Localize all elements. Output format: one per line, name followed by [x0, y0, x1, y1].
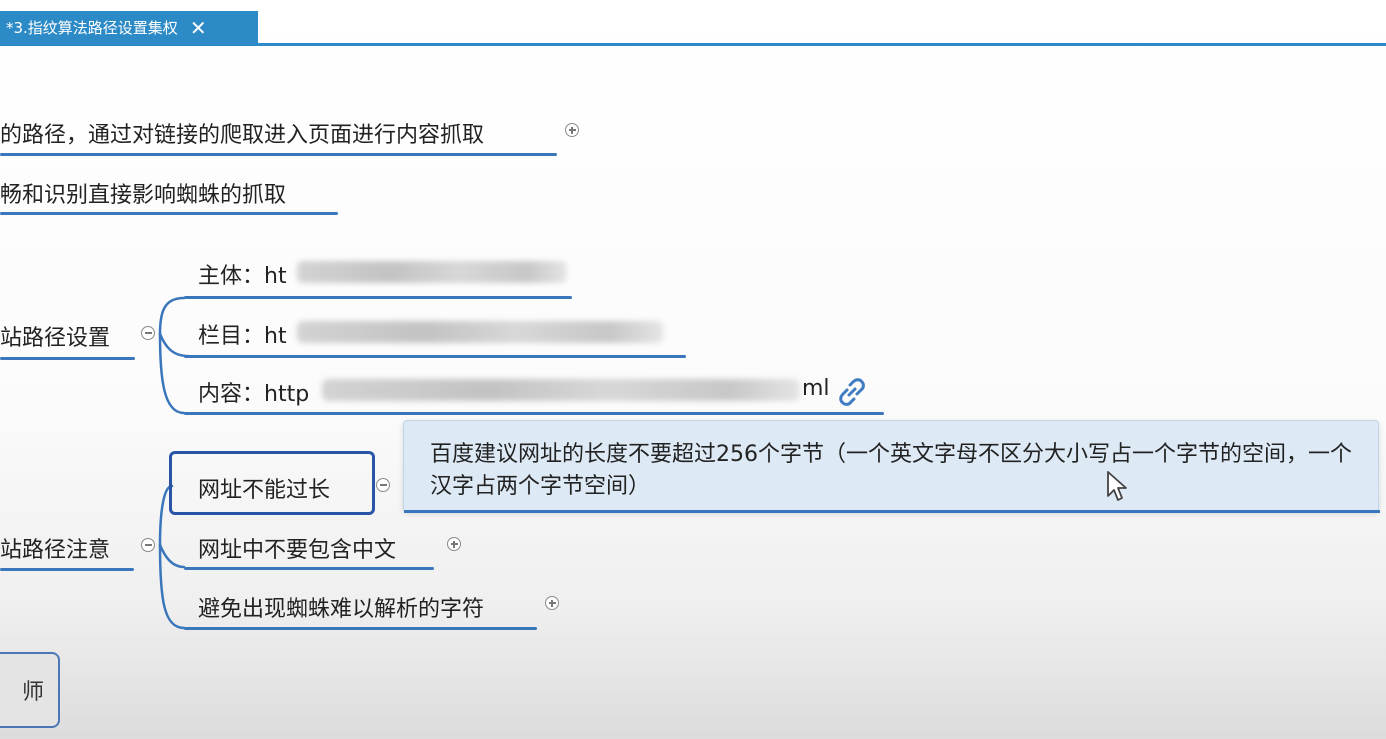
- note-callout[interactable]: 百度建议网址的长度不要超过256个字节（一个英文字母不区分大小写占一个字节的空间…: [403, 420, 1380, 513]
- callout-underline: [404, 510, 1380, 513]
- node-underline: [184, 567, 434, 570]
- connector-path-notes-low: [158, 543, 186, 630]
- collapse-icon[interactable]: [141, 326, 155, 340]
- blurred-url: [297, 321, 663, 343]
- collapse-icon[interactable]: [376, 478, 390, 492]
- expand-icon[interactable]: [447, 537, 461, 551]
- connector-path-notes-mid: [158, 543, 186, 569]
- expand-icon[interactable]: [565, 123, 579, 137]
- teacher-node[interactable]: 师: [0, 652, 60, 728]
- node-underline: [0, 357, 135, 360]
- node-crawl-path[interactable]: 的路径，通过对链接的爬取进入页面进行内容抓取: [0, 117, 484, 149]
- node-underline: [184, 412, 884, 415]
- node-no-chinese-in-url[interactable]: 网址中不要包含中文: [198, 532, 396, 564]
- node-smooth-recognition[interactable]: 畅和识别直接影响蜘蛛的抓取: [0, 177, 286, 209]
- node-avoid-special-chars[interactable]: 避免出现蜘蛛难以解析的字符: [198, 591, 484, 623]
- node-url-not-too-long[interactable]: 网址不能过长: [198, 472, 330, 504]
- blurred-url: [297, 261, 567, 283]
- blurred-url: [322, 379, 800, 401]
- node-path-notes[interactable]: 站路径注意: [0, 532, 110, 564]
- node-underline: [0, 568, 134, 571]
- node-underline: [184, 296, 572, 299]
- node-underline: [184, 627, 537, 630]
- node-path-settings[interactable]: 站路径设置: [0, 320, 110, 352]
- node-column-url[interactable]: 栏目：ht: [198, 318, 287, 350]
- node-underline: [0, 153, 557, 156]
- node-content-url-suffix: ml: [802, 376, 830, 401]
- node-underline: [184, 355, 686, 358]
- collapse-icon[interactable]: [141, 538, 155, 552]
- connector-path-settings-low: [158, 332, 186, 415]
- teacher-label: 师: [21, 680, 44, 705]
- callout-text: 百度建议网址的长度不要超过256个字节（一个英文字母不区分大小写占一个字节的空间…: [430, 442, 1352, 499]
- node-subject-url[interactable]: 主体：ht: [198, 258, 287, 290]
- connector-path-settings: [158, 296, 186, 336]
- node-underline: [0, 212, 338, 215]
- expand-icon[interactable]: [545, 596, 559, 610]
- node-content-url[interactable]: 内容：http: [198, 376, 309, 408]
- connector-path-settings-mid: [158, 332, 190, 358]
- mouse-cursor-icon: [1107, 471, 1127, 501]
- link-icon[interactable]: [836, 376, 868, 408]
